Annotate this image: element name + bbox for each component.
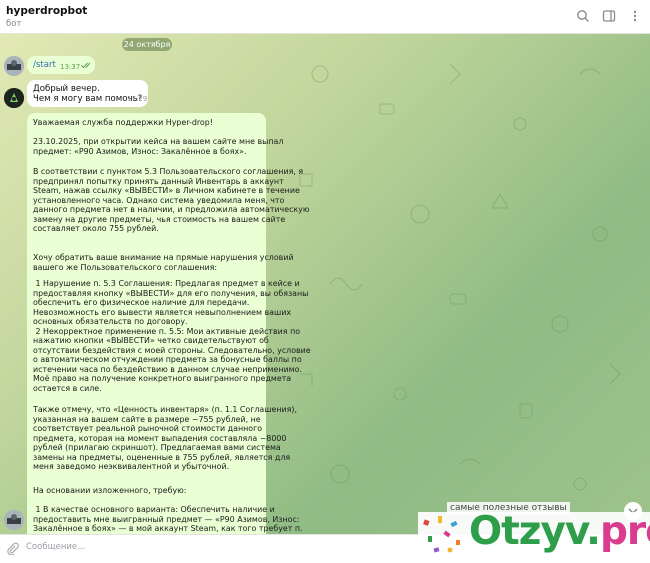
- date-separator: 24 октября: [122, 38, 172, 51]
- bot-avatar[interactable]: [4, 88, 24, 108]
- read-checkmarks-icon: [81, 62, 93, 72]
- confetti-icon: [423, 516, 460, 553]
- message-paragraph: 1 В качестве основного варианта: Обеспеч…: [33, 505, 303, 533]
- incoming-message[interactable]: Добрый вечер. Чем я могу вам помочь? 17:…: [27, 80, 148, 107]
- outgoing-long-message[interactable]: Уважаемая служба поддержки Hyper-drop! 2…: [27, 113, 311, 534]
- message-line: Добрый вечер.: [33, 84, 100, 94]
- chat-area[interactable]: 24 октября /start 13:37 Добрый вечер. Че…: [0, 34, 650, 534]
- attach-icon[interactable]: [6, 540, 19, 556]
- chat-header: hyperdropbot бот: [0, 0, 650, 34]
- header-actions: [576, 9, 642, 23]
- chat-title[interactable]: hyperdropbot: [6, 5, 87, 17]
- search-icon[interactable]: [576, 9, 590, 23]
- message-paragraph: 23.10.2025, при открытии кейса на вашем …: [33, 137, 284, 156]
- message-input[interactable]: Сообщение...: [26, 542, 85, 552]
- message-paragraph: В соответствии с пунктом 5.3 Пользовател…: [33, 167, 310, 233]
- user-avatar[interactable]: [4, 56, 24, 76]
- outgoing-message[interactable]: /start 13:37: [27, 56, 95, 74]
- more-options-icon[interactable]: [628, 9, 642, 23]
- message-paragraph: Также отмечу, что «Ценность инвентаря» (…: [33, 405, 297, 471]
- message-paragraph: На основании изложенного, требую:: [33, 486, 187, 495]
- sidebar-toggle-icon[interactable]: [602, 9, 616, 23]
- watermark-logo: Otzyv.pro: [418, 509, 650, 559]
- message-paragraph: Уважаемая служба поддержки Hyper-drop!: [33, 118, 213, 127]
- message-line: Чем я могу вам помочь?: [33, 94, 143, 104]
- message-time: 13:37: [60, 63, 81, 71]
- message-paragraph: Хочу обратить ваше внимание на прямые на…: [33, 253, 294, 272]
- message-time: 17:29: [127, 95, 148, 103]
- watermark-brand: Otzyv.pro: [469, 509, 650, 554]
- message-paragraph: 1 Нарушение п. 5.3 Соглашения: Предлагая…: [33, 279, 311, 393]
- user-avatar[interactable]: [4, 510, 24, 530]
- command-link[interactable]: /start: [33, 60, 56, 70]
- chat-subtitle: бот: [6, 19, 22, 29]
